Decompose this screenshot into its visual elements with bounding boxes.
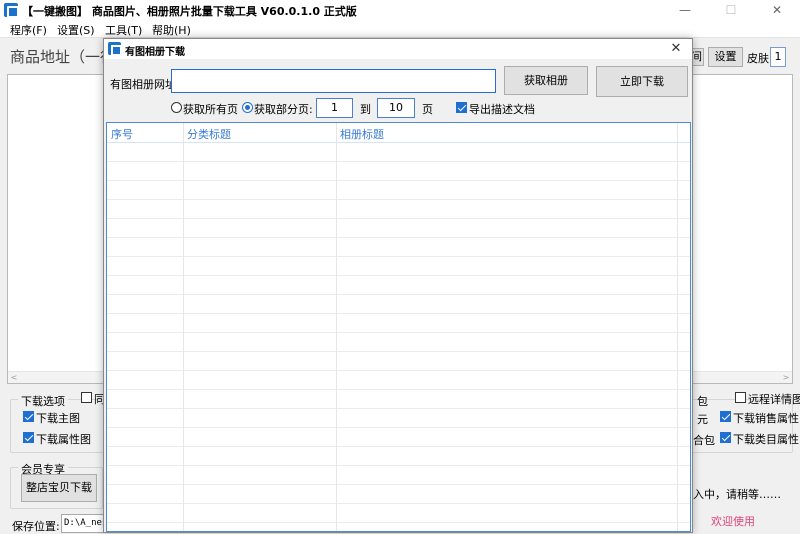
download-options-title: 下载选项 xyxy=(18,393,68,409)
album-url-input[interactable] xyxy=(171,69,496,93)
menu-bar: 程序(F) 设置(S) 工具(T) 帮助(H) xyxy=(0,20,800,38)
menu-settings[interactable]: 设置(S) xyxy=(57,22,95,38)
yuan-label: 元 xyxy=(697,413,708,426)
dialog-title: 有图相册下载 xyxy=(125,47,185,58)
table-header: 序号 分类标题 相册标题 xyxy=(107,123,690,143)
settings-button[interactable]: 设置 xyxy=(708,47,743,67)
category-attr-checkbox[interactable] xyxy=(720,432,731,443)
column-header-category[interactable]: 分类标题 xyxy=(187,126,231,142)
menu-program[interactable]: 程序(F) xyxy=(10,22,47,38)
all-pages-label: 获取所有页 xyxy=(183,103,238,116)
column-divider xyxy=(677,123,678,531)
main-image-label: 下载主图 xyxy=(36,412,80,425)
menu-help[interactable]: 帮助(H) xyxy=(152,22,191,38)
remote-detail-label: 远程详情图 xyxy=(748,393,800,406)
maximize-button[interactable]: ☐ xyxy=(708,0,754,20)
partial-pages-radio[interactable] xyxy=(242,102,253,113)
export-desc-checkbox[interactable] xyxy=(456,102,467,113)
category-attr-label: 下载类目属性 xyxy=(733,433,799,446)
minimize-button[interactable]: — xyxy=(662,0,708,20)
fetch-album-button[interactable]: 获取相册 xyxy=(504,66,588,95)
remote-detail-checkbox[interactable] xyxy=(735,392,746,403)
save-location-label: 保存位置: xyxy=(12,520,60,533)
all-pages-radio[interactable] xyxy=(171,102,182,113)
table-rows xyxy=(107,143,690,531)
merge-package-label: 合包 xyxy=(693,434,715,447)
sales-attr-label: 下载销售属性 xyxy=(733,412,799,425)
main-titlebar: 【一键搬图】 商品图片、相册照片批量下载工具 V60.0.1.0 正式版 — ☐… xyxy=(0,0,800,20)
attr-image-label: 下载属性图 xyxy=(36,433,91,446)
download-now-button[interactable]: 立即下载 xyxy=(596,66,688,97)
page-from-input[interactable]: 1 xyxy=(316,98,353,118)
main-image-checkbox[interactable] xyxy=(23,411,34,422)
scroll-left-icon[interactable]: < xyxy=(8,372,20,384)
page-to-label: 到 xyxy=(360,103,371,116)
attr-image-checkbox[interactable] xyxy=(23,432,34,443)
app-logo-icon xyxy=(4,3,19,18)
column-header-album[interactable]: 相册标题 xyxy=(340,126,384,142)
loading-status: 入中，请稍等…… xyxy=(693,488,781,501)
package-label: 包 xyxy=(697,395,708,408)
export-desc-label: 导出描述文档 xyxy=(469,103,535,116)
album-download-dialog: 有图相册下载 ✕ 有图相册网址: 获取相册 立即下载 获取所有页 获取部分页: … xyxy=(103,38,693,533)
scroll-right-icon[interactable]: > xyxy=(780,372,792,384)
close-button[interactable]: ✕ xyxy=(754,0,800,20)
same-checkbox[interactable] xyxy=(81,392,92,403)
album-list-table[interactable]: 序号 分类标题 相册标题 xyxy=(106,122,691,532)
dialog-close-button[interactable]: ✕ xyxy=(660,39,692,59)
page-to-input[interactable]: 10 xyxy=(377,98,415,118)
page-unit-label: 页 xyxy=(422,103,433,116)
column-divider xyxy=(336,123,337,531)
column-divider xyxy=(183,123,184,531)
welcome-text: 欢迎使用 xyxy=(711,515,755,528)
skin-select[interactable]: 1 xyxy=(770,47,786,67)
product-url-label: 商品地址（一行 xyxy=(10,48,116,66)
album-url-label: 有图相册网址: xyxy=(110,78,180,91)
app-title: 【一键搬图】 商品图片、相册照片批量下载工具 V60.0.1.0 正式版 xyxy=(22,5,357,18)
menu-tools[interactable]: 工具(T) xyxy=(105,22,142,38)
column-header-index[interactable]: 序号 xyxy=(111,126,133,142)
dialog-titlebar: 有图相册下载 ✕ xyxy=(104,39,692,59)
sales-attr-checkbox[interactable] xyxy=(720,411,731,422)
dialog-logo-icon xyxy=(108,42,122,56)
shop-download-button[interactable]: 整店宝贝下载 xyxy=(21,474,97,502)
partial-pages-label: 获取部分页: xyxy=(254,103,313,116)
save-path-input[interactable]: D:\A_neso xyxy=(61,514,105,533)
skin-label: 皮肤: xyxy=(747,52,773,65)
